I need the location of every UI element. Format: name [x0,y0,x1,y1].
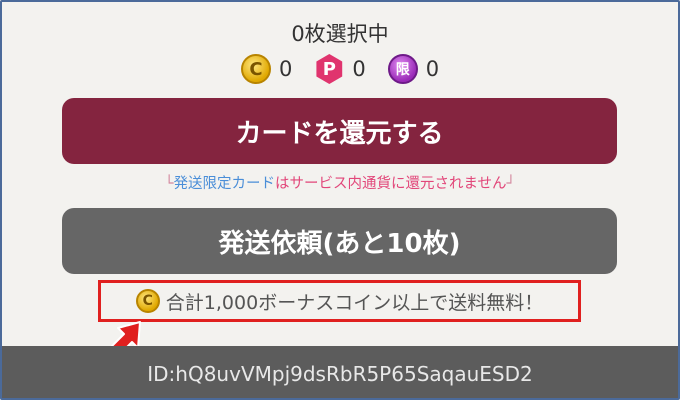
notice-right-bracket: ┘ [506,176,516,192]
limited-coin-icon: 限 [387,54,418,84]
c-coin-icon: C [240,54,271,84]
currency-limited-value: 0 [425,57,440,81]
return-cards-button[interactable]: カードを還元する [62,98,617,164]
currency-c-value: 0 [278,57,293,81]
return-notice: └発送限定カードはサービス内通貨に還元されません┘ [2,172,678,193]
screen-frame: 0枚選択中 C 0 P 0 限 0 カードを還元する └発送限定カードはサービス… [0,0,680,400]
notice-highlight-link[interactable]: 発送限定カード [173,176,275,192]
ship-request-button[interactable]: 発送依頼(あと10枚) [62,208,617,274]
bonus-coin-icon: C [135,289,160,313]
currency-p-value: 0 [352,57,366,81]
user-id-bar: ID:hQ8uvVMpj9dsRbR5P65SaqauESD2 [2,346,678,398]
user-id-text: ID:hQ8uvVMpj9dsRbR5P65SaqauESD2 [147,362,533,386]
notice-text: はサービス内通貨に還元されません [274,176,507,192]
currency-c: C 0 [240,54,293,84]
currency-p: P 0 [314,54,366,84]
free-shipping-text: 合計1,000ボーナスコイン以上で送料無料！ [165,291,544,314]
p-point-icon: P [316,54,343,84]
currency-limited: 限 0 [387,54,440,84]
selected-count-label: 0枚選択中 [291,22,389,46]
currency-summary: C 0 P 0 限 0 [2,54,678,84]
free-shipping-callout: C 合計1,000ボーナスコイン以上で送料無料！ [98,280,581,322]
